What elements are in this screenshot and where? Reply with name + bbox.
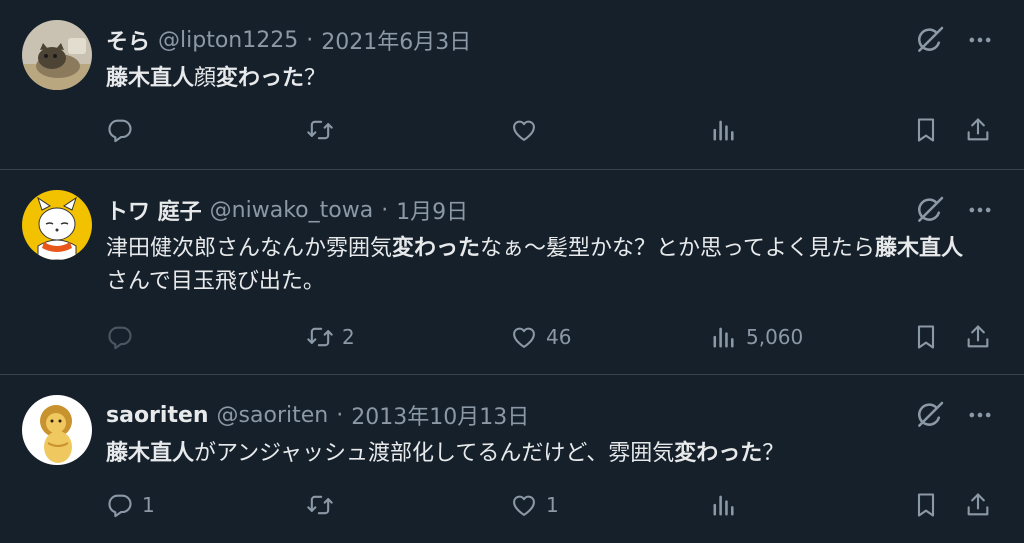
white-dog-avatar [22, 190, 92, 260]
separator: · [381, 197, 389, 223]
retweet-icon [306, 116, 334, 144]
text-segment: 顔 [194, 66, 217, 91]
retweet-icon [306, 491, 334, 519]
reply-icon [106, 323, 134, 351]
reply-count: 1 [142, 493, 155, 517]
views-count: 5,060 [746, 325, 804, 349]
reply-button[interactable] [106, 112, 142, 148]
views-icon [710, 491, 738, 519]
timestamp[interactable]: 2013年10月13日 [351, 399, 529, 431]
like-count: 46 [546, 325, 572, 349]
retweet-button[interactable] [306, 487, 342, 523]
text-segment: 藤木直人 [106, 66, 195, 91]
lion-plush-avatar [22, 395, 92, 465]
retweet-button[interactable] [306, 112, 342, 148]
reply-button[interactable] [106, 319, 142, 355]
grok-icon[interactable] [914, 24, 946, 56]
like-button[interactable]: 46 [510, 319, 571, 355]
bookmark-icon [912, 491, 940, 519]
tweet[interactable]: トワ 庭子 @niwako_towa · 1月9日 津田健次郎さんなんか雰囲気変… [0, 170, 1024, 375]
display-name[interactable]: そら [106, 24, 150, 56]
more-icon [966, 401, 994, 429]
bookmark-button[interactable] [912, 112, 940, 148]
like-button[interactable] [510, 112, 546, 148]
grok-icon[interactable] [914, 194, 946, 226]
views-icon [710, 116, 738, 144]
text-segment: なぁ〜髪型かな？とか思ってよく見たら [480, 236, 875, 261]
action-bar: 2 46 5,060 [106, 319, 994, 355]
display-name[interactable]: トワ 庭子 [106, 194, 202, 226]
tweet[interactable]: そら @lipton1225 · 2021年6月3日 藤木直人顔変わった？ [0, 0, 1024, 170]
text-segment: ？ [304, 66, 327, 91]
share-button[interactable] [964, 319, 992, 355]
timestamp[interactable]: 1月9日 [396, 194, 468, 226]
display-name[interactable]: saoriten [106, 403, 209, 428]
tweet-text: 藤木直人顔変わった？ [106, 62, 984, 95]
reply-icon [106, 491, 134, 519]
like-count: 1 [546, 493, 559, 517]
tweet-header: saoriten @saoriten · 2013年10月13日 [106, 399, 529, 431]
views-button[interactable]: 5,060 [710, 319, 803, 355]
like-button[interactable]: 1 [510, 487, 559, 523]
share-button[interactable] [964, 112, 992, 148]
user-handle[interactable]: @niwako_towa [210, 198, 374, 223]
reply-button[interactable]: 1 [106, 487, 155, 523]
retweet-icon [306, 323, 334, 351]
reply-icon [106, 116, 134, 144]
more-icon [966, 26, 994, 54]
text-segment: さんで目玉飛び出た。 [106, 269, 325, 294]
more-button[interactable] [964, 194, 996, 226]
like-icon [510, 491, 538, 519]
like-icon [510, 323, 538, 351]
views-button[interactable] [710, 487, 746, 523]
separator: · [306, 27, 314, 53]
bookmark-button[interactable] [912, 487, 940, 523]
avatar[interactable] [22, 395, 92, 465]
more-button[interactable] [964, 24, 996, 56]
tweet[interactable]: saoriten @saoriten · 2013年10月13日 藤木直人がアン… [0, 375, 1024, 543]
like-icon [510, 116, 538, 144]
text-segment: がアンジャッシュ渡部化してるんだけど、雰囲気 [194, 441, 675, 466]
share-button[interactable] [964, 487, 992, 523]
bookmark-icon [912, 116, 940, 144]
text-segment: 津田健次郎さんなんか雰囲気 [106, 236, 393, 261]
retweet-count: 2 [342, 325, 355, 349]
share-icon [964, 116, 992, 144]
cat-photo-avatar [22, 20, 92, 90]
tweet-header: トワ 庭子 @niwako_towa · 1月9日 [106, 194, 468, 226]
bookmark-icon [912, 323, 940, 351]
views-icon [710, 323, 738, 351]
tweet-text: 津田健次郎さんなんか雰囲気変わったなぁ〜髪型かな？とか思ってよく見たら藤木直人さ… [106, 232, 984, 298]
more-icon [966, 196, 994, 224]
tweet-header: そら @lipton1225 · 2021年6月3日 [106, 24, 471, 56]
user-handle[interactable]: @lipton1225 [158, 28, 298, 53]
timestamp[interactable]: 2021年6月3日 [321, 24, 471, 56]
text-segment: 藤木直人 [106, 441, 195, 466]
grok-icon[interactable] [914, 399, 946, 431]
avatar[interactable] [22, 190, 92, 260]
text-segment: ？ [762, 441, 785, 466]
avatar[interactable] [22, 20, 92, 90]
bookmark-button[interactable] [912, 319, 940, 355]
separator: · [336, 402, 344, 428]
more-button[interactable] [964, 399, 996, 431]
share-icon [964, 323, 992, 351]
retweet-button[interactable]: 2 [306, 319, 355, 355]
user-handle[interactable]: @saoriten [217, 403, 329, 428]
action-bar: 1 1 [106, 487, 994, 523]
share-icon [964, 491, 992, 519]
text-segment: 変わった [674, 441, 763, 466]
text-segment: 変わった [392, 236, 481, 261]
action-bar [106, 112, 994, 148]
text-segment: 変わった [216, 66, 305, 91]
views-button[interactable] [710, 112, 746, 148]
text-segment: 藤木直人 [874, 236, 963, 261]
tweet-text: 藤木直人がアンジャッシュ渡部化してるんだけど、雰囲気変わった？ [106, 437, 984, 470]
